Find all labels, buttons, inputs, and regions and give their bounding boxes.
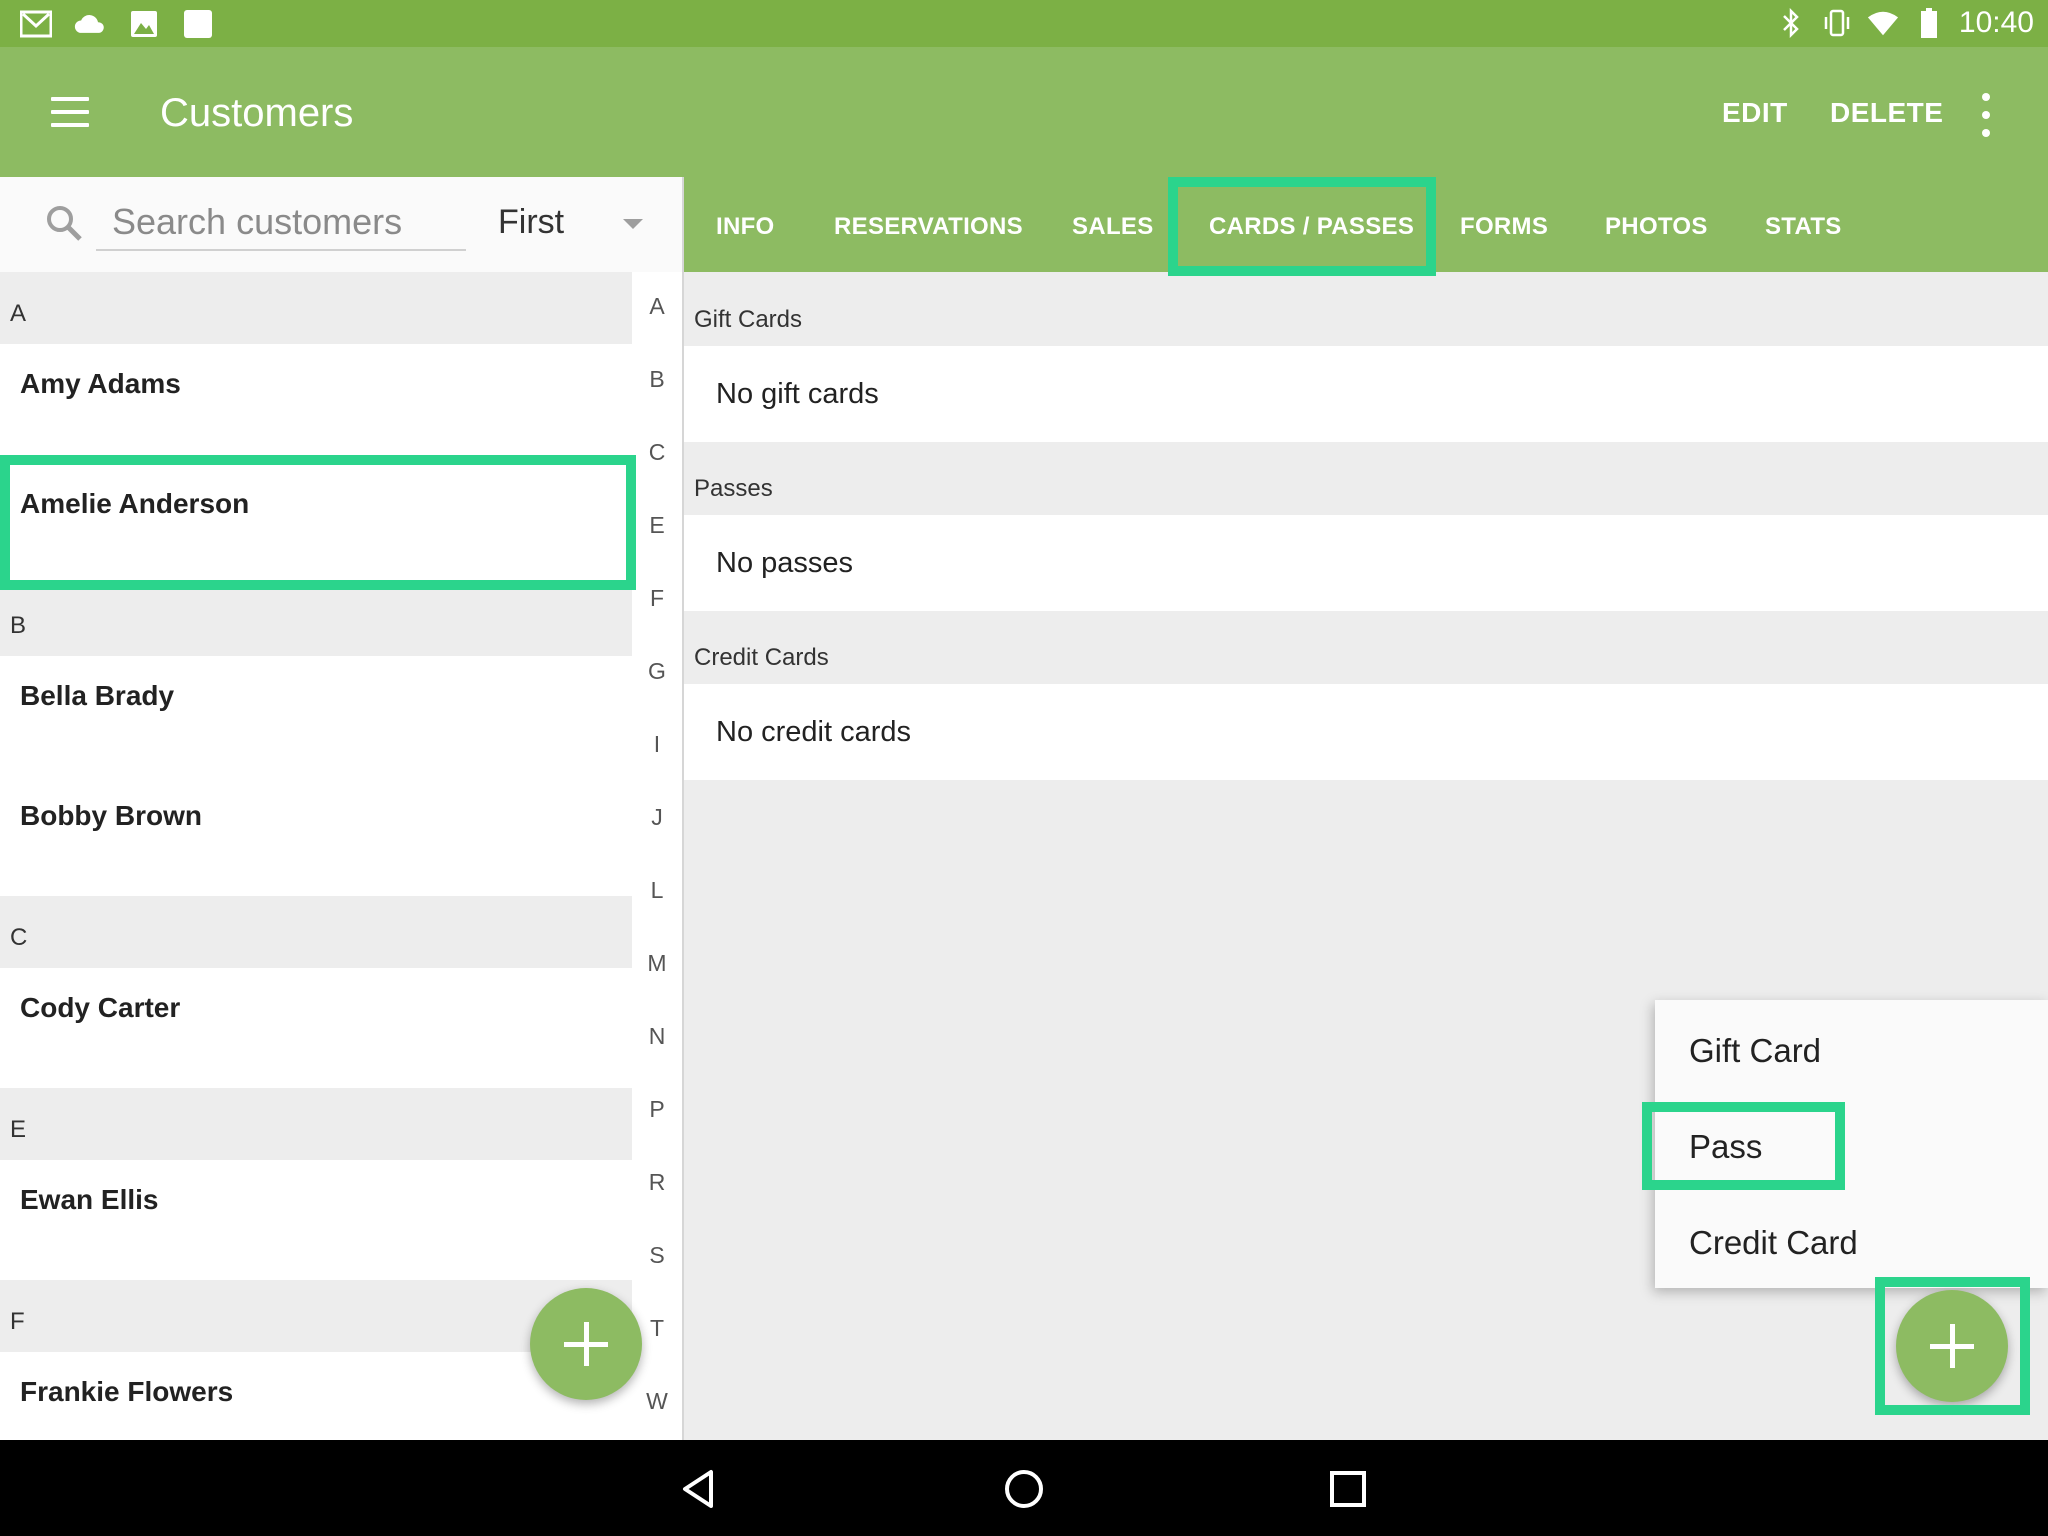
- add-card-pass-button[interactable]: [1896, 1290, 2008, 1402]
- gift-cards-empty-text: No gift cards: [716, 378, 879, 410]
- customer-row[interactable]: Bobby Brown: [0, 776, 632, 896]
- index-letter[interactable]: G: [632, 658, 682, 685]
- section-header-c: C: [0, 896, 632, 968]
- customer-list: A Amy Adams Amelie Anderson B Bella Brad…: [0, 272, 632, 1440]
- index-letter[interactable]: S: [632, 1242, 682, 1269]
- more-options-icon[interactable]: [1974, 93, 1998, 137]
- index-letter[interactable]: P: [632, 1096, 682, 1123]
- notification-icons: [20, 8, 214, 40]
- image-icon: [128, 8, 160, 40]
- customer-row[interactable]: Bella Brady: [0, 656, 632, 776]
- customer-row[interactable]: Amelie Anderson: [0, 464, 632, 584]
- alphabet-index[interactable]: A B C E F G I J L M N P R S T W: [632, 272, 682, 1440]
- tab-sales[interactable]: SALES: [1072, 213, 1154, 241]
- add-customer-button[interactable]: [530, 1288, 642, 1400]
- clock: 10:40: [1958, 6, 2034, 39]
- index-letter[interactable]: J: [632, 804, 682, 831]
- gift-cards-row: No gift cards: [684, 346, 2048, 442]
- index-letter[interactable]: L: [632, 877, 682, 904]
- tab-cards-passes[interactable]: CARDS / PASSES: [1209, 213, 1414, 241]
- index-letter[interactable]: N: [632, 1023, 682, 1050]
- search-input[interactable]: [96, 195, 466, 251]
- passes-header: Passes: [694, 475, 773, 502]
- search-bar: First: [0, 177, 682, 272]
- customer-row[interactable]: Cody Carter: [0, 968, 632, 1088]
- back-icon[interactable]: [675, 1464, 725, 1514]
- wifi-icon: [1867, 7, 1899, 39]
- index-letter[interactable]: I: [632, 731, 682, 758]
- add-menu-popup: Gift Card Pass Credit Card: [1655, 1000, 2048, 1288]
- search-icon: [44, 203, 84, 243]
- vibrate-icon: [1821, 7, 1853, 39]
- tab-stats[interactable]: STATS: [1765, 213, 1842, 241]
- index-letter[interactable]: W: [632, 1388, 682, 1415]
- gmail-icon: [20, 8, 52, 40]
- system-icons: 10:40: [1775, 6, 2034, 40]
- credit-cards-header: Credit Cards: [694, 644, 829, 671]
- page-title: Customers: [160, 91, 354, 135]
- customer-list-panel: First A Amy Adams Amelie Anderson B Bell…: [0, 177, 682, 1440]
- credit-cards-row: No credit cards: [684, 684, 2048, 780]
- section-header-b: B: [0, 584, 632, 656]
- tab-bar: INFO RESERVATIONS SALES CARDS / PASSES F…: [684, 177, 2048, 272]
- hamburger-menu-icon[interactable]: [38, 87, 102, 137]
- edit-button[interactable]: EDIT: [1722, 97, 1788, 129]
- bluetooth-icon: [1775, 7, 1807, 39]
- index-letter[interactable]: B: [632, 366, 682, 393]
- credit-cards-empty-text: No credit cards: [716, 716, 912, 748]
- battery-icon: [1913, 7, 1945, 39]
- chevron-down-icon: [623, 219, 643, 229]
- index-letter[interactable]: A: [632, 293, 682, 320]
- app-bar: Customers EDIT DELETE: [0, 47, 2048, 177]
- passes-row: No passes: [684, 515, 2048, 611]
- tab-forms[interactable]: FORMS: [1460, 213, 1548, 241]
- index-letter[interactable]: E: [632, 512, 682, 539]
- section-header-a: A: [0, 272, 632, 344]
- menu-item-pass[interactable]: Pass: [1689, 1128, 1762, 1166]
- menu-item-credit-card[interactable]: Credit Card: [1689, 1224, 1858, 1262]
- customer-row[interactable]: Amy Adams: [0, 344, 632, 464]
- sort-value: First: [498, 203, 565, 241]
- index-letter[interactable]: C: [632, 439, 682, 466]
- index-letter[interactable]: F: [632, 585, 682, 612]
- cloud-icon: [74, 8, 106, 40]
- delete-button[interactable]: DELETE: [1830, 97, 1943, 129]
- index-letter[interactable]: M: [632, 950, 682, 977]
- passes-empty-text: No passes: [716, 547, 854, 579]
- square-icon: [182, 8, 214, 40]
- index-letter[interactable]: R: [632, 1169, 682, 1196]
- home-icon[interactable]: [999, 1464, 1049, 1514]
- customer-row[interactable]: Ewan Ellis: [0, 1160, 632, 1280]
- sort-dropdown[interactable]: First: [498, 203, 648, 249]
- tab-info[interactable]: INFO: [716, 213, 775, 241]
- status-bar: 10:40: [0, 0, 2048, 47]
- menu-item-gift-card[interactable]: Gift Card: [1689, 1032, 1821, 1070]
- tab-reservations[interactable]: RESERVATIONS: [834, 213, 1023, 241]
- recent-apps-icon[interactable]: [1323, 1464, 1373, 1514]
- navigation-bar: [0, 1440, 2048, 1536]
- gift-cards-header: Gift Cards: [694, 306, 803, 333]
- section-header-e: E: [0, 1088, 632, 1160]
- tab-photos[interactable]: PHOTOS: [1605, 213, 1708, 241]
